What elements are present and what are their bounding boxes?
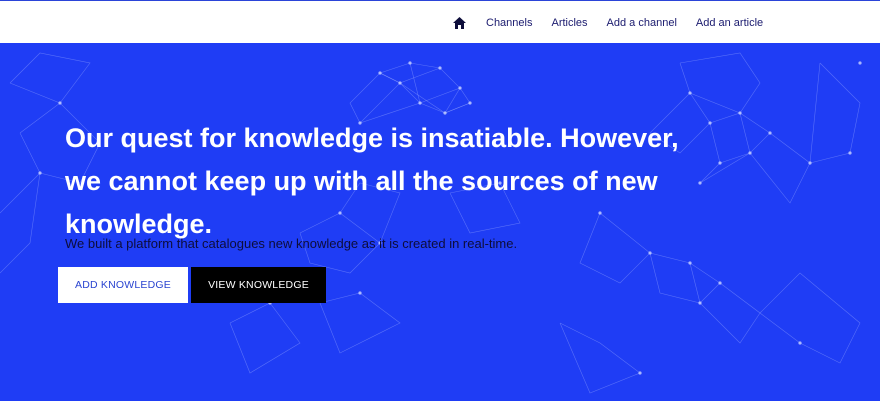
nav-link-channels[interactable]: Channels [486, 17, 532, 29]
hero-headline: Our quest for knowledge is insatiable. H… [65, 117, 705, 246]
view-knowledge-button[interactable]: VIEW KNOWLEDGE [191, 267, 326, 303]
hero-headline-line-2: we cannot keep up with all the sources o… [65, 166, 658, 196]
hero-section: Our quest for knowledge is insatiable. H… [0, 43, 880, 401]
hero-headline-line-3: knowledge. [65, 209, 213, 239]
nav-link-add-article[interactable]: Add an article [696, 17, 763, 29]
add-knowledge-button[interactable]: ADD KNOWLEDGE [58, 267, 188, 303]
hero-subheadline: We built a platform that catalogues new … [65, 236, 518, 251]
nav-links: Channels Articles Add a channel Add an a… [452, 1, 782, 44]
top-navbar: Channels Articles Add a channel Add an a… [0, 0, 880, 43]
hero-headline-line-1: Our quest for knowledge is insatiable. H… [65, 123, 679, 153]
nav-link-articles[interactable]: Articles [551, 17, 587, 29]
home-icon[interactable] [452, 16, 466, 30]
nav-link-add-channel[interactable]: Add a channel [607, 17, 677, 29]
